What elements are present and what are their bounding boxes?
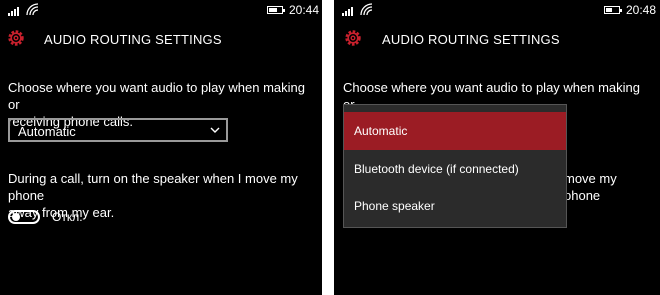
audio-routing-dropdown[interactable]: Automatic Bluetooth device (if connected… <box>343 104 567 228</box>
gear-icon <box>345 30 361 46</box>
clock: 20:44 <box>289 3 320 17</box>
page-title: AUDIO ROUTING SETTINGS <box>44 32 222 47</box>
phone-screen-left: 20:44 AUDIO ROUTING SETTINGS Choose wher… <box>0 0 322 295</box>
page-title: AUDIO ROUTING SETTINGS <box>382 32 560 47</box>
dropdown-option-automatic[interactable]: Automatic <box>344 112 566 150</box>
clock: 20:48 <box>626 3 657 17</box>
wifi-icon <box>26 3 39 16</box>
chevron-down-icon <box>210 127 220 133</box>
select-value: Automatic <box>18 124 76 139</box>
toggle-knob <box>12 213 20 221</box>
status-bar: 20:48 <box>334 0 660 22</box>
dropdown-option-bluetooth[interactable]: Bluetooth device (if connected) <box>344 150 566 188</box>
battery-icon <box>604 6 622 14</box>
signal-icon <box>342 4 356 16</box>
toggle-state-label: Откл. <box>52 210 83 224</box>
speaker-description-partial: move my phone <box>564 171 617 203</box>
dropdown-option-phone-speaker[interactable]: Phone speaker <box>344 187 566 225</box>
page-header: AUDIO ROUTING SETTINGS <box>334 26 660 56</box>
wifi-icon <box>360 3 373 16</box>
battery-icon <box>267 6 285 14</box>
gear-icon <box>8 30 24 46</box>
speaker-toggle[interactable] <box>8 210 40 224</box>
audio-routing-select[interactable]: Automatic <box>8 118 228 142</box>
signal-icon <box>8 4 22 16</box>
page-header: AUDIO ROUTING SETTINGS <box>0 26 322 56</box>
status-bar: 20:44 <box>0 0 322 22</box>
